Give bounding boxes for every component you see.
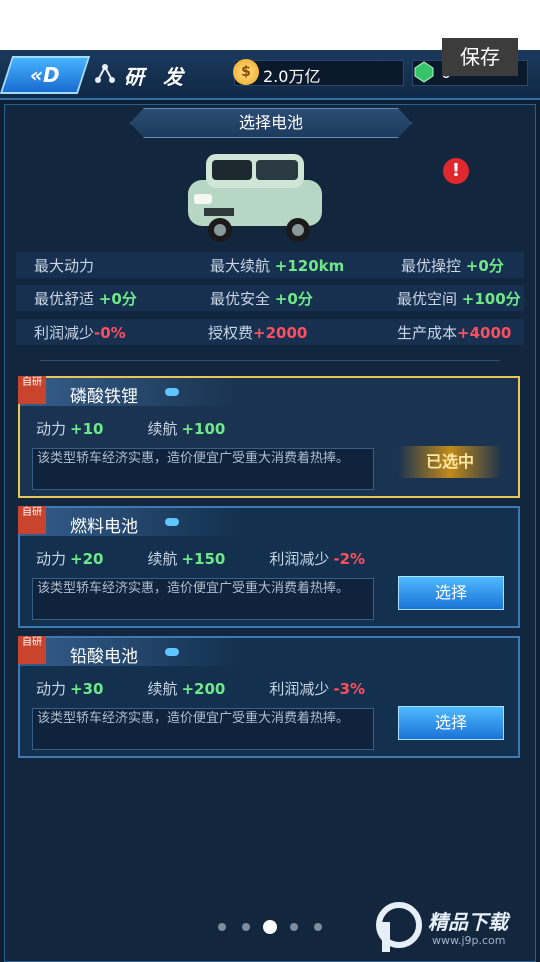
stat-profit-reduce: 利润减少-0% [34, 324, 126, 342]
indicator-icon [165, 648, 179, 656]
coin-icon: $ [233, 59, 259, 85]
select-button[interactable]: 选择 [398, 706, 504, 740]
watermark: 精品下载 www.j9p.com [370, 898, 538, 958]
back-button[interactable]: «D [0, 56, 91, 94]
back-arrow-icon: «D [30, 63, 60, 87]
divider [40, 360, 500, 361]
coin-counter: $ 2.0万亿 [233, 59, 404, 86]
save-button[interactable]: 保存 [442, 38, 518, 76]
battery-name: 磷酸铁锂 [70, 387, 138, 407]
battery-description: 该类型轿车经济实惠，造价便宜广受重大消费着热捧。 [32, 578, 374, 620]
section-title: 研 发 [124, 65, 189, 89]
coin-amount: 2.0万亿 [263, 67, 321, 86]
stat-best-space: 最优空间 +100分 [397, 290, 521, 308]
page-dot[interactable] [242, 923, 250, 931]
stat-best-safety: 最优安全 +0分 [210, 290, 313, 308]
research-icon [95, 64, 115, 83]
page-dot[interactable] [314, 923, 322, 931]
indicator-icon [165, 388, 179, 396]
battery-name: 燃料电池 [70, 517, 138, 537]
stat-row-2: 最优舒适 +0分 最优安全 +0分 最优空间 +100分 [16, 285, 524, 311]
stat-best-handling: 最优操控 +0分 [401, 257, 504, 275]
battery-stats: 动力 +20 续航 +150 利润减少 -2% [36, 550, 366, 568]
indicator-icon [165, 518, 179, 526]
watermark-logo-icon [376, 902, 422, 952]
stat-max-range: 最大续航 +120km [210, 257, 345, 275]
gem-icon [414, 61, 434, 83]
warning-icon[interactable]: ! [443, 158, 469, 184]
panel-title: 选择电池 [130, 108, 412, 138]
watermark-url: www.j9p.com [432, 934, 506, 947]
battery-stats: 动力 +30 续航 +200 利润减少 -3% [36, 680, 366, 698]
page-dot[interactable] [290, 923, 298, 931]
page-dot-active[interactable] [263, 920, 277, 934]
selected-button[interactable]: 已选中 [398, 446, 502, 478]
battery-card-lfp[interactable]: 自研 磷酸铁锂 动力 +10 续航 +100 该类型轿车经济实惠，造价便宜广受重大消费… [18, 376, 520, 498]
stat-row-3: 利润减少-0% 授权费+2000 生产成本+4000 [16, 319, 524, 345]
page-indicator [214, 920, 324, 934]
battery-name: 铅酸电池 [70, 647, 138, 667]
stat-row-1: 最大动力 最大续航 +120km 最优操控 +0分 [16, 252, 524, 278]
stat-best-comfort: 最优舒适 +0分 [34, 290, 137, 308]
battery-card-lead-acid[interactable]: 自研 铅酸电池 动力 +30 续航 +200 利润减少 -3% 该类型轿车经济实惠，造价便… [18, 636, 520, 758]
battery-card-fuel[interactable]: 自研 燃料电池 动力 +20 续航 +150 利润减少 -2% 该类型轿车经济实惠，造价便… [18, 506, 520, 628]
car-image [188, 154, 322, 242]
self-developed-badge: 自研 [18, 376, 46, 404]
stat-production-cost: 生产成本+4000 [397, 324, 512, 342]
stat-license-fee: 授权费+2000 [208, 324, 308, 342]
self-developed-badge: 自研 [18, 636, 46, 664]
watermark-text: 精品下载 [428, 910, 508, 934]
select-button[interactable]: 选择 [398, 576, 504, 610]
battery-description: 该类型轿车经济实惠，造价便宜广受重大消费着热捧。 [32, 448, 374, 490]
page-dot[interactable] [218, 923, 226, 931]
battery-description: 该类型轿车经济实惠，造价便宜广受重大消费着热捧。 [32, 708, 374, 750]
stat-max-power: 最大动力 [34, 257, 95, 275]
battery-stats: 动力 +10 续航 +100 [36, 420, 226, 438]
self-developed-badge: 自研 [18, 506, 46, 534]
